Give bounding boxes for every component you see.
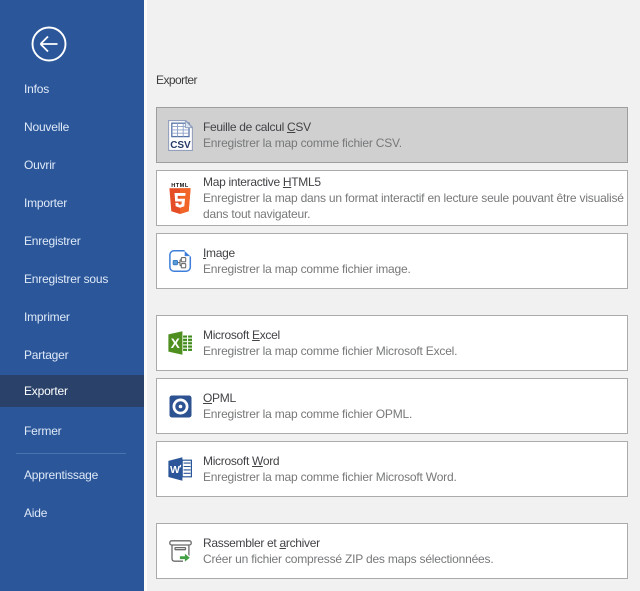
- svg-text:X: X: [171, 336, 180, 351]
- svg-text:CSV: CSV: [170, 140, 191, 151]
- svg-text:HTML: HTML: [171, 182, 189, 188]
- svg-text:W: W: [170, 464, 180, 476]
